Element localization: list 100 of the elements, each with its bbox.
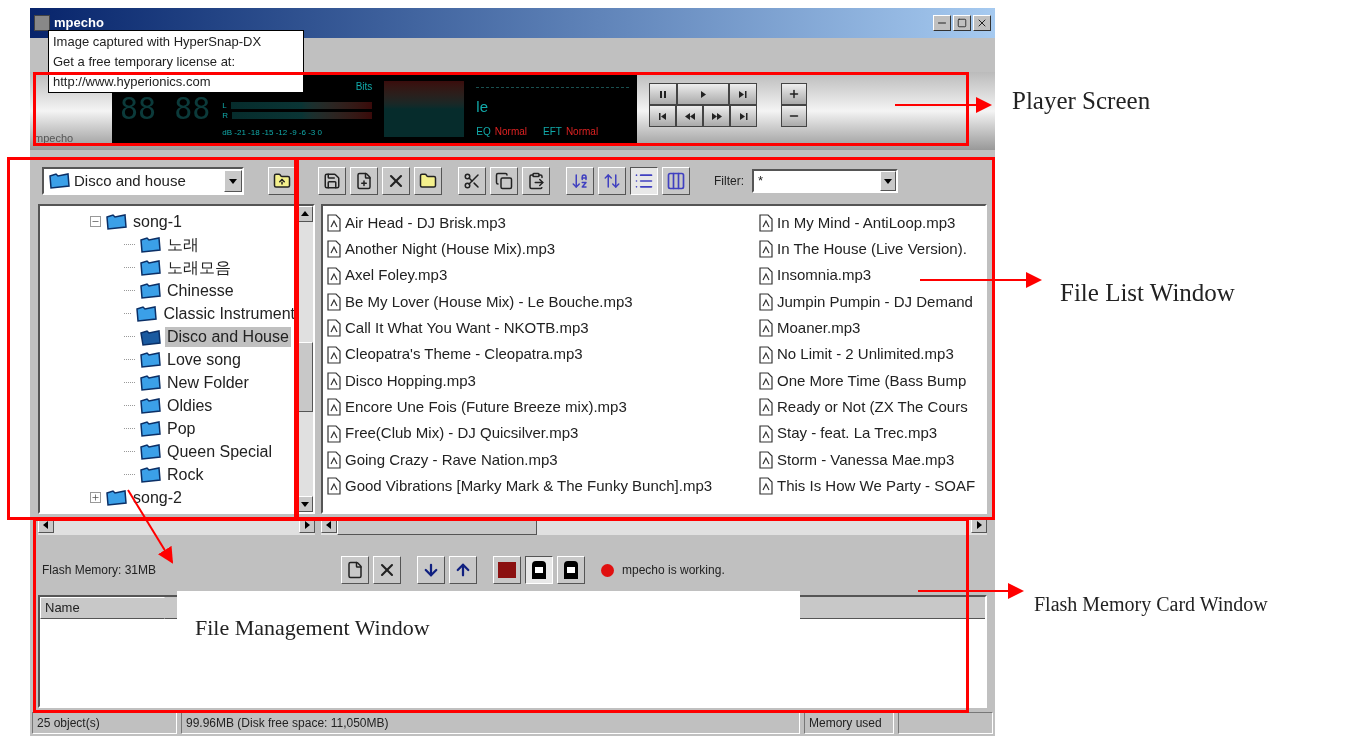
file-name[interactable]: Jumpin Pumpin - DJ Demand: [777, 290, 973, 314]
tree-item[interactable]: Oldies: [165, 395, 215, 416]
folder-dropdown[interactable]: Disco and house: [42, 167, 244, 195]
maximize-button[interactable]: [953, 15, 971, 31]
document-icon: [759, 293, 773, 312]
tree-item[interactable]: Pop: [165, 418, 198, 439]
tree-item[interactable]: New Folder: [165, 372, 251, 393]
tree-item[interactable]: Queen Special: [165, 441, 274, 462]
file-name[interactable]: Axel Foley.mp3: [345, 264, 448, 287]
dropdown-arrow-button[interactable]: [224, 170, 242, 192]
sort-button[interactable]: [566, 167, 594, 195]
tree-item[interactable]: Love song: [165, 349, 243, 370]
meter-scale: dB -21 -18 -15 -12 -9 -6 -3 0: [222, 127, 323, 139]
new-folder-button[interactable]: [414, 167, 442, 195]
new-file-button[interactable]: [341, 556, 369, 584]
flash-memory-label: Flash Memory: 31MB: [42, 562, 158, 579]
transport-button[interactable]: [649, 105, 676, 127]
close-button[interactable]: [973, 15, 991, 31]
scissors-icon: [463, 172, 481, 190]
arrange-button[interactable]: [598, 167, 626, 195]
time-display: 88 88: [120, 92, 211, 126]
expand-toggle[interactable]: [90, 492, 101, 503]
file-name[interactable]: No Limit - 2 Unlimited.mp3: [777, 343, 954, 366]
transport-button[interactable]: [676, 105, 703, 127]
document-icon: [327, 398, 341, 417]
volume-up-button[interactable]: [781, 83, 807, 105]
copy-button[interactable]: [490, 167, 518, 195]
tree-item[interactable]: Classic Instrument: [161, 303, 297, 324]
tree-item[interactable]: 노래모음: [165, 257, 233, 278]
tree-item[interactable]: 노래: [165, 234, 201, 255]
file-name[interactable]: In My Mind - AntiLoop.mp3: [777, 211, 956, 235]
file-name[interactable]: Ready or Not (ZX The Cours: [777, 395, 968, 419]
memory-card-button[interactable]: [525, 556, 553, 584]
column-header[interactable]: Name: [40, 597, 165, 619]
transport-button[interactable]: [649, 83, 677, 105]
triangle-icon: [302, 520, 312, 530]
triangle-icon: [41, 520, 51, 530]
document-icon: [327, 450, 341, 469]
file-name[interactable]: This Is How We Party - SOAF: [777, 474, 976, 498]
file-name[interactable]: Insomnia.mp3: [777, 264, 872, 287]
document-icon: [759, 266, 773, 285]
dropdown-arrow-button[interactable]: [880, 171, 896, 191]
transport-button[interactable]: [730, 105, 757, 127]
tree-item[interactable]: Rock: [165, 464, 206, 485]
arrange-icon: [603, 172, 621, 190]
folder-icon: [139, 465, 161, 484]
transport-button[interactable]: [729, 83, 757, 105]
eft-label: EFT: [543, 125, 562, 139]
status-message: mpecho is working.: [622, 562, 725, 579]
document-icon: [759, 450, 773, 469]
channel-label: R: [222, 111, 229, 120]
tree-item[interactable]: Chinesse: [165, 280, 236, 301]
document-icon: [327, 371, 341, 390]
folder-up-button[interactable]: [268, 167, 296, 195]
record-button[interactable]: [493, 556, 521, 584]
volume-down-button[interactable]: [781, 105, 807, 127]
file-name[interactable]: Free(Club Mix) - DJ Quicsilver.mp3: [345, 422, 579, 445]
file-name[interactable]: Another Night (House Mix).mp3: [345, 238, 556, 261]
download-button[interactable]: [417, 556, 445, 584]
status-bar-cell: 25 object(s): [32, 712, 177, 734]
tree-item[interactable]: song-1: [131, 211, 184, 232]
file-name[interactable]: Going Crazy - Rave Nation.mp3: [345, 448, 558, 472]
eq-label: EQ: [476, 125, 491, 139]
paste-icon: [527, 172, 545, 190]
transport-button[interactable]: [703, 105, 730, 127]
file-name[interactable]: Encore Une Fois (Future Breeze mix).mp3: [345, 395, 627, 419]
delete-button[interactable]: [373, 556, 401, 584]
document-icon: [759, 240, 773, 259]
file-name[interactable]: Disco Hopping.mp3: [345, 369, 476, 393]
new-file-button[interactable]: [350, 167, 378, 195]
document-icon: [759, 398, 773, 417]
bitrate-label: Bits: [355, 80, 373, 94]
tree-item[interactable]: Disco and House: [165, 326, 291, 347]
collapse-toggle[interactable]: [90, 216, 101, 227]
file-name[interactable]: Good Vibrations [Marky Mark & The Funky Bunch].mp3: [345, 474, 713, 498]
paste-button[interactable]: [522, 167, 550, 195]
upload-button[interactable]: [449, 556, 477, 584]
eft-value: Normal: [565, 125, 599, 139]
file-name[interactable]: In The House (Live Version).: [777, 238, 967, 261]
copy-to-button[interactable]: [318, 167, 346, 195]
file-name[interactable]: Moaner.mp3: [777, 317, 861, 340]
file-name[interactable]: Storm - Vanessa Mae.mp3: [777, 448, 955, 472]
delete-button[interactable]: [382, 167, 410, 195]
view-button[interactable]: [630, 167, 658, 195]
new-folder-icon: [419, 172, 437, 190]
skip-forward-icon: [736, 88, 750, 100]
transport-button[interactable]: [677, 83, 729, 105]
file-name[interactable]: Stay - feat. La Trec.mp3: [777, 422, 938, 445]
folder-icon: [139, 442, 161, 461]
file-name[interactable]: Air Head - DJ Brisk.mp3: [345, 211, 506, 235]
file-name[interactable]: Cleopatra's Theme - Cleopatra.mp3: [345, 343, 583, 366]
close-icon: [976, 17, 988, 29]
minimize-button[interactable]: [933, 15, 951, 31]
cut-button[interactable]: [458, 167, 486, 195]
file-name[interactable]: Be My Lover (House Mix) - Le Bouche.mp3: [345, 290, 633, 314]
new-file-icon: [355, 172, 373, 190]
tree-item[interactable]: song-2: [131, 487, 184, 508]
filter-dropdown[interactable]: *: [752, 169, 898, 193]
file-name[interactable]: Call It What You Want - NKOTB.mp3: [345, 317, 589, 340]
file-name[interactable]: One More Time (Bass Bump: [777, 369, 967, 393]
